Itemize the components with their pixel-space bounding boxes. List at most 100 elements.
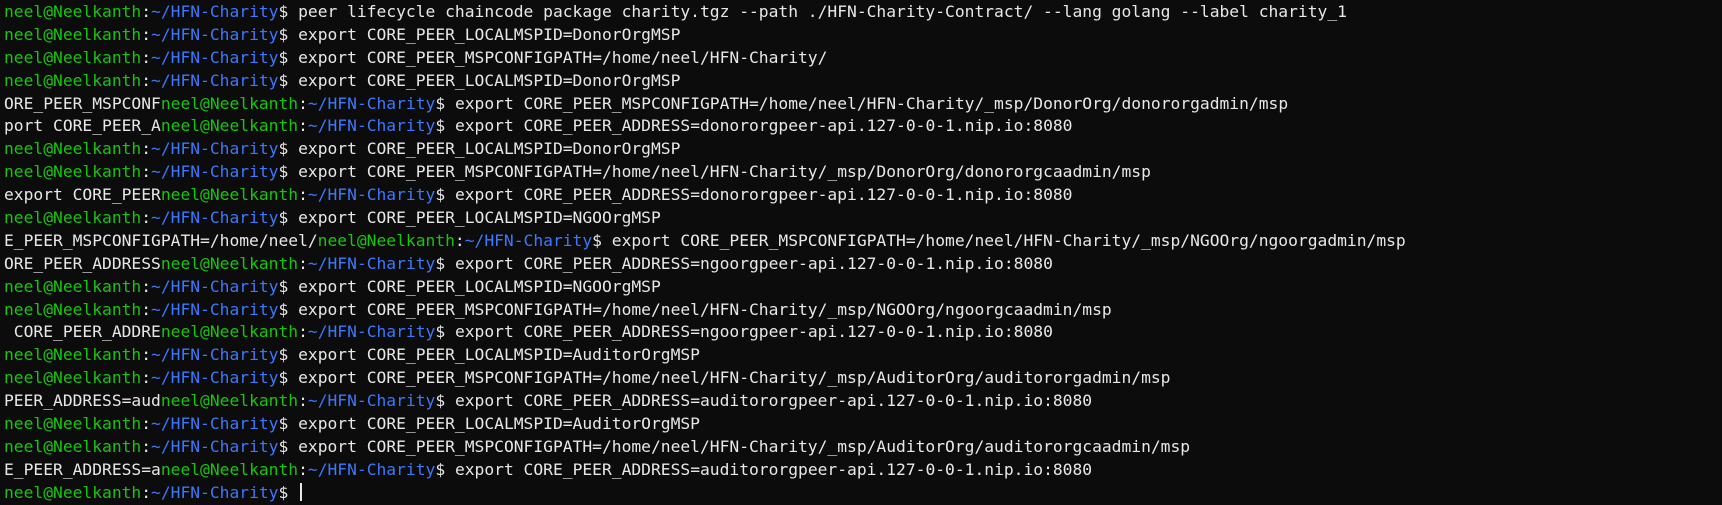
prompt-path: ~/HFN-Charity xyxy=(151,414,279,434)
prompt-dollar: $ xyxy=(278,482,299,502)
line-residue-text: E_PEER_MSPCONFIGPATH=/home/neel/ xyxy=(4,230,318,250)
prompt-separator: : xyxy=(454,230,465,250)
terminal-line: E_PEER_ADDRESS=aneel@Neelkanth:~/HFN-Cha… xyxy=(0,459,1722,482)
terminal-line: neel@Neelkanth:~/HFN-Charity$ export COR… xyxy=(0,207,1722,230)
prompt-dollar: $ xyxy=(435,253,455,273)
prompt-path: ~/HFN-Charity xyxy=(307,253,436,273)
terminal-line: CORE_PEER_ADDREneel@Neelkanth:~/HFN-Char… xyxy=(0,321,1722,344)
prompt-separator: : xyxy=(141,2,152,21)
prompt-dollar: $ xyxy=(278,368,299,388)
prompt-user-host: neel@Neelkanth xyxy=(4,208,142,228)
prompt-user-host: neel@Neelkanth xyxy=(4,70,142,90)
prompt-user-host: neel@Neelkanth xyxy=(4,139,142,159)
terminal-line: neel@Neelkanth:~/HFN-Charity$ export COR… xyxy=(0,70,1722,93)
terminal-line: E_PEER_MSPCONFIGPATH=/home/neel/neel@Nee… xyxy=(0,230,1722,253)
terminal-line: PEER_ADDRESS=audneel@Neelkanth:~/HFN-Cha… xyxy=(0,390,1722,413)
prompt-path: ~/HFN-Charity xyxy=(307,185,436,205)
prompt-path: ~/HFN-Charity xyxy=(151,24,279,44)
prompt-path: ~/HFN-Charity xyxy=(464,230,593,250)
terminal-line: export CORE_PEERneel@Neelkanth:~/HFN-Cha… xyxy=(0,184,1722,207)
line-residue-text: export CORE_PEER xyxy=(4,185,161,205)
command-text: export CORE_PEER_MSPCONFIGPATH=/home/nee… xyxy=(454,93,1289,113)
prompt-user-host: neel@Neelkanth xyxy=(4,2,142,21)
prompt-dollar: $ xyxy=(278,47,299,67)
prompt-user-host: neel@Neelkanth xyxy=(160,322,299,342)
prompt-separator: : xyxy=(141,139,152,159)
prompt-user-host: neel@Neelkanth xyxy=(160,116,299,136)
prompt-path: ~/HFN-Charity xyxy=(151,70,279,90)
prompt-dollar: $ xyxy=(278,208,299,228)
command-text: export CORE_PEER_ADDRESS=ngoorgpeer-api.… xyxy=(454,253,1053,273)
command-text: export CORE_PEER_ADDRESS=donororgpeer-ap… xyxy=(454,185,1073,205)
command-text: export CORE_PEER_MSPCONFIGPATH=/home/nee… xyxy=(298,368,1171,388)
terminal-line: neel@Neelkanth:~/HFN-Charity$ export COR… xyxy=(0,344,1722,367)
prompt-separator: : xyxy=(298,322,308,342)
prompt-separator: : xyxy=(298,185,308,205)
prompt-dollar: $ xyxy=(592,230,612,250)
prompt-user-host: neel@Neelkanth xyxy=(160,185,299,205)
terminal-line: neel@Neelkanth:~/HFN-Charity$ export COR… xyxy=(0,24,1722,47)
terminal-output: neel@Neelkanth:~/HFN-Charity$ peer lifec… xyxy=(0,1,1722,505)
prompt-separator: : xyxy=(141,482,152,502)
command-text: export CORE_PEER_LOCALMSPID=DonorOrgMSP xyxy=(298,139,681,159)
prompt-path: ~/HFN-Charity xyxy=(151,276,279,296)
command-text: export CORE_PEER_LOCALMSPID=NGOOrgMSP xyxy=(298,208,661,228)
prompt-path: ~/HFN-Charity xyxy=(151,436,279,456)
line-residue-text: ORE_PEER_MSPCONF xyxy=(4,93,161,113)
prompt-user-host: neel@Neelkanth xyxy=(4,47,142,67)
command-text: export CORE_PEER_ADDRESS=donororgpeer-ap… xyxy=(454,116,1073,136)
prompt-separator: : xyxy=(141,24,152,44)
command-text: export CORE_PEER_MSPCONFIGPATH=/home/nee… xyxy=(298,162,1151,182)
prompt-user-host: neel@Neelkanth xyxy=(160,253,299,273)
prompt-dollar: $ xyxy=(278,24,299,44)
line-residue-text: CORE_PEER_ADDRE xyxy=(4,322,161,342)
prompt-user-host: neel@Neelkanth xyxy=(4,24,142,44)
command-text: export CORE_PEER_MSPCONFIGPATH=/home/nee… xyxy=(298,47,828,67)
line-residue-text: PEER_ADDRESS=aud xyxy=(4,391,161,411)
prompt-dollar: $ xyxy=(278,276,299,296)
terminal-line: neel@Neelkanth:~/HFN-Charity$ export COR… xyxy=(0,138,1722,161)
prompt-dollar: $ xyxy=(435,459,455,479)
terminal-line: neel@Neelkanth:~/HFN-Charity$ export COR… xyxy=(0,299,1722,322)
terminal-line: neel@Neelkanth:~/HFN-Charity$ export COR… xyxy=(0,276,1722,299)
line-residue-text: port CORE_PEER_A xyxy=(4,116,161,136)
prompt-user-host: neel@Neelkanth xyxy=(160,93,299,113)
terminal-line: neel@Neelkanth:~/HFN-Charity$ export COR… xyxy=(0,47,1722,70)
prompt-path: ~/HFN-Charity xyxy=(151,208,279,228)
prompt-dollar: $ xyxy=(435,322,455,342)
terminal-line: neel@Neelkanth:~/HFN-Charity$ export COR… xyxy=(0,413,1722,436)
prompt-separator: : xyxy=(298,391,308,411)
prompt-separator: : xyxy=(141,47,152,67)
terminal-line: neel@Neelkanth:~/HFN-Charity$ peer lifec… xyxy=(0,1,1722,24)
terminal-line: port CORE_PEER_Aneel@Neelkanth:~/HFN-Cha… xyxy=(0,115,1722,138)
prompt-dollar: $ xyxy=(278,345,299,365)
prompt-separator: : xyxy=(141,414,152,434)
prompt-path: ~/HFN-Charity xyxy=(151,162,279,182)
command-text: export CORE_PEER_LOCALMSPID=AuditorOrgMS… xyxy=(298,345,700,365)
prompt-dollar: $ xyxy=(278,299,299,319)
prompt-dollar: $ xyxy=(435,185,455,205)
prompt-user-host: neel@Neelkanth xyxy=(160,459,299,479)
prompt-separator: : xyxy=(298,116,308,136)
prompt-dollar: $ xyxy=(435,116,455,136)
text-cursor[interactable] xyxy=(300,482,303,501)
command-text: export CORE_PEER_LOCALMSPID=DonorOrgMSP xyxy=(298,70,681,90)
command-text: export CORE_PEER_LOCALMSPID=NGOOrgMSP xyxy=(298,276,661,296)
terminal-line: neel@Neelkanth:~/HFN-Charity$ xyxy=(0,482,1722,505)
command-text: export CORE_PEER_LOCALMSPID=AuditorOrgMS… xyxy=(298,414,700,434)
prompt-dollar: $ xyxy=(278,162,299,182)
prompt-separator: : xyxy=(141,162,152,182)
prompt-separator: : xyxy=(298,93,308,113)
command-text: export CORE_PEER_LOCALMSPID=DonorOrgMSP xyxy=(298,24,681,44)
prompt-separator: : xyxy=(141,208,152,228)
prompt-path: ~/HFN-Charity xyxy=(307,322,436,342)
terminal-line: neel@Neelkanth:~/HFN-Charity$ export COR… xyxy=(0,161,1722,184)
command-text: export CORE_PEER_MSPCONFIGPATH=/home/nee… xyxy=(611,230,1406,250)
prompt-user-host: neel@Neelkanth xyxy=(4,276,142,296)
prompt-dollar: $ xyxy=(278,2,299,21)
prompt-separator: : xyxy=(141,276,152,296)
terminal-window[interactable]: neel@Neelkanth:~/HFN-Charity$ peer lifec… xyxy=(0,0,1722,505)
command-text: export CORE_PEER_MSPCONFIGPATH=/home/nee… xyxy=(298,436,1191,456)
prompt-dollar: $ xyxy=(435,391,455,411)
line-residue-text: ORE_PEER_ADDRESS xyxy=(4,253,161,273)
